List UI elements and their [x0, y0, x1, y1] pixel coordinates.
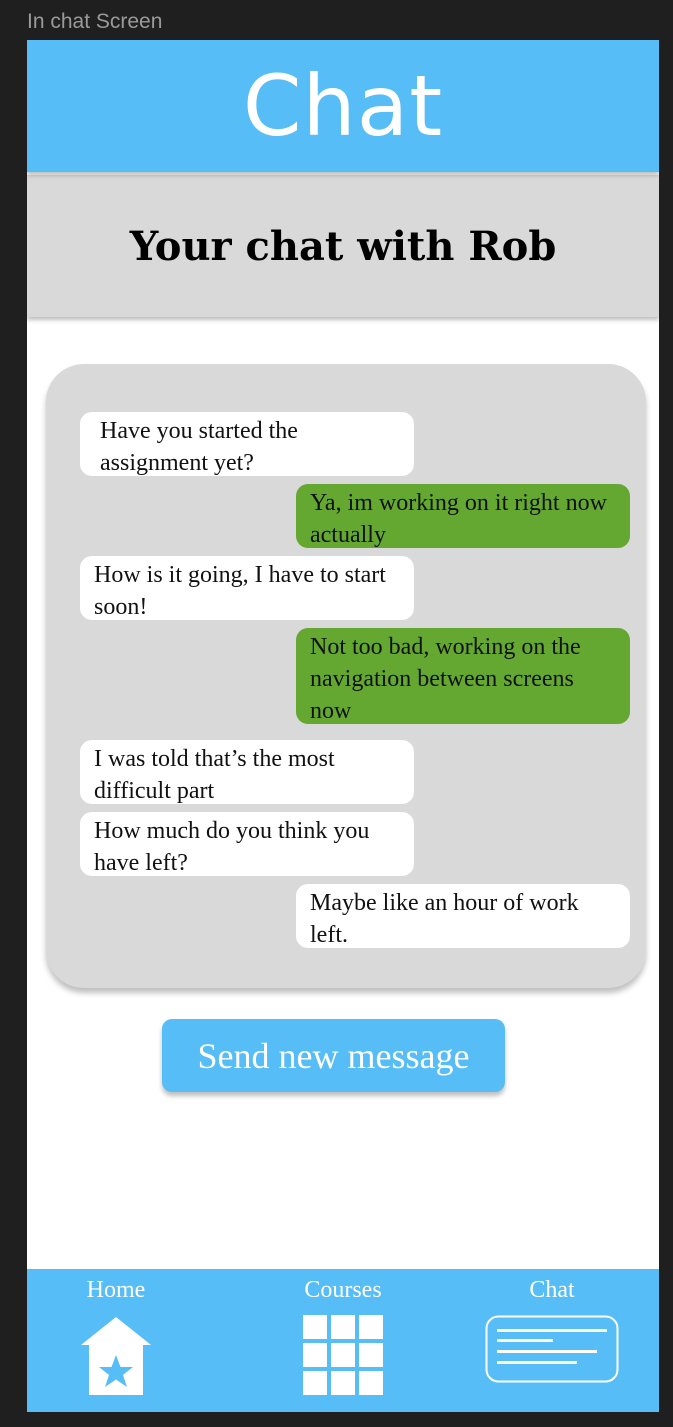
- top-bar: Chat: [27, 40, 659, 172]
- message-received: Have you started the assignment yet?: [80, 412, 414, 476]
- message-sent: Maybe like an hour of work left.: [296, 884, 630, 948]
- bottom-nav: Home Courses Chat: [27, 1269, 659, 1412]
- message-received: How is it going, I have to start soon!: [80, 556, 414, 620]
- chat-screen: Chat Your chat with Rob Have you started…: [27, 40, 659, 1412]
- message-received: How much do you think you have left?: [80, 812, 414, 876]
- send-new-message-button[interactable]: Send new message: [162, 1019, 505, 1092]
- nav-item-label: Courses: [304, 1277, 382, 1303]
- nav-item-home[interactable]: Home: [71, 1269, 161, 1412]
- chat-header: Your chat with Rob: [27, 175, 659, 317]
- frame-label: In chat Screen: [27, 10, 163, 33]
- page-title: Chat: [242, 57, 444, 155]
- message-sent: Not too bad, working on the navigation b…: [296, 628, 630, 724]
- nav-item-courses[interactable]: Courses: [293, 1269, 393, 1412]
- message-thread[interactable]: Have you started the assignment yet? Ya,…: [46, 364, 646, 988]
- message-received: I was told that’s the most difficult par…: [80, 740, 414, 804]
- nav-item-label: Home: [86, 1277, 146, 1303]
- message-sent: Ya, im working on it right now actually: [296, 484, 630, 548]
- grid-icon: [303, 1315, 383, 1395]
- chat-lines-icon: [485, 1315, 619, 1383]
- nav-item-label: Chat: [529, 1277, 575, 1303]
- home-star-icon: [81, 1317, 151, 1395]
- nav-item-chat[interactable]: Chat: [483, 1269, 621, 1412]
- chat-partner-title: Your chat with Rob: [129, 222, 557, 270]
